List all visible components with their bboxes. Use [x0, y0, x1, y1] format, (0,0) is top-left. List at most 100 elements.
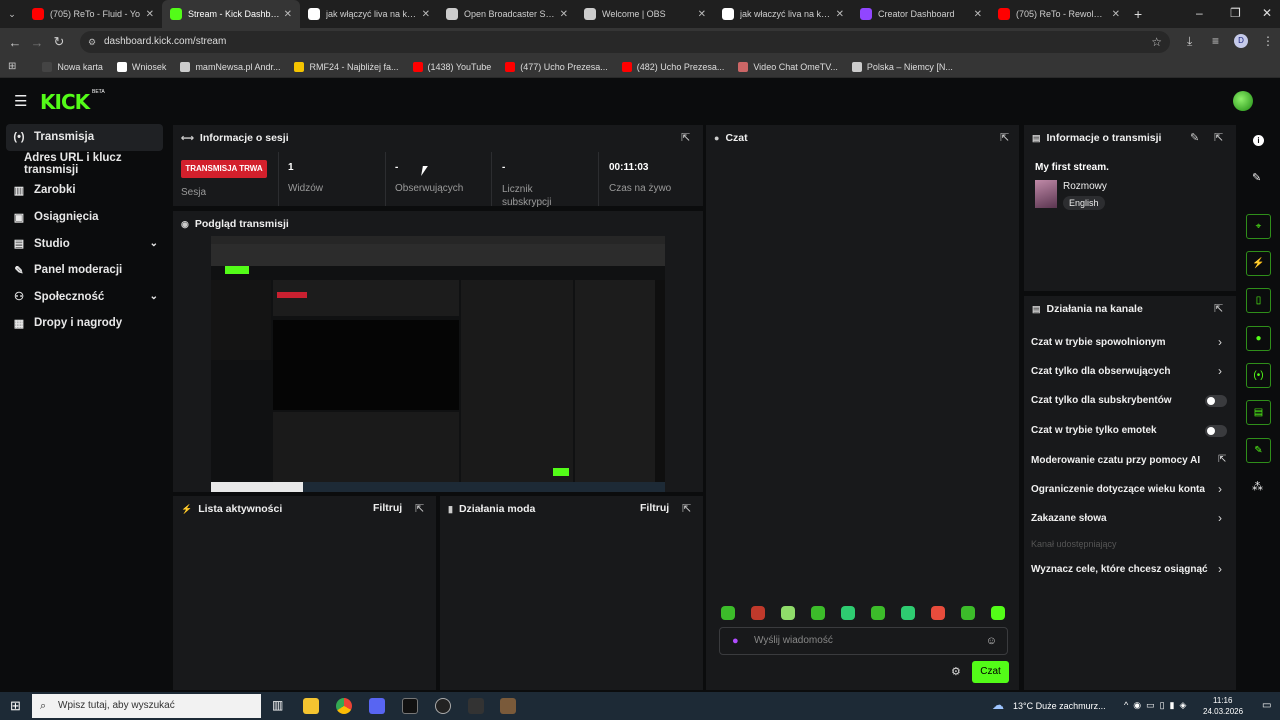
lightning-icon[interactable]: ⚡ [1246, 251, 1271, 276]
expand-icon[interactable]: ⇱ [681, 131, 690, 144]
close-tab-icon[interactable]: ✕ [284, 9, 292, 20]
edit-icon[interactable]: ✎ [1252, 171, 1261, 184]
action-slow-mode[interactable]: Czat w trybie spowolnionym [1031, 337, 1165, 348]
emote-icon[interactable] [991, 606, 1005, 620]
forward-icon[interactable]: → [26, 35, 48, 50]
site-info-icon[interactable]: ⚙ [88, 31, 96, 53]
close-window-button[interactable]: ✕ [1262, 6, 1272, 20]
chat-bubble-icon[interactable]: ● [1246, 326, 1271, 351]
system-tray-icons[interactable]: ^◉▭▯▮◈ [1124, 700, 1191, 711]
chevron-right-icon[interactable]: › [1218, 482, 1222, 496]
obs-icon[interactable] [435, 698, 451, 714]
chevron-right-icon[interactable]: › [1218, 511, 1222, 525]
back-icon[interactable]: ← [4, 35, 26, 50]
emote-only-toggle[interactable] [1205, 425, 1227, 437]
chat-message-input[interactable]: ● Wyślij wiadomość ☺ [719, 627, 1008, 655]
chevron-right-icon[interactable]: › [1218, 335, 1222, 349]
close-tab-icon[interactable]: ✕ [698, 9, 706, 20]
weather-text[interactable]: 13°C Duże zachmurz... [1013, 701, 1106, 711]
bookmark-item[interactable]: Video Chat OmeTV... [738, 61, 838, 72]
bookmark-item[interactable]: Polska – Niemcy [N... [851, 61, 953, 72]
close-tab-icon[interactable]: ✕ [560, 9, 568, 20]
notifications-icon[interactable]: ▭ [1262, 700, 1271, 711]
apps-icon[interactable]: ⊞ [8, 61, 16, 72]
sidebar-item-spolecznosc[interactable]: ⚇ Społeczność ⌄ [0, 284, 170, 311]
close-tab-icon[interactable]: ✕ [422, 9, 430, 20]
document-icon[interactable]: ▯ [1246, 288, 1271, 313]
capcut-icon[interactable] [402, 698, 418, 714]
new-tab-button[interactable]: + [1134, 6, 1142, 22]
expand-icon[interactable]: ⇱ [1214, 131, 1223, 144]
subscribers-only-toggle[interactable] [1205, 395, 1227, 407]
edit-pencil-icon[interactable]: ✎ [1190, 131, 1199, 144]
close-tab-icon[interactable]: ✕ [146, 9, 154, 20]
file-explorer-icon[interactable] [303, 698, 319, 714]
clock-time[interactable]: 11:16 [1213, 696, 1232, 705]
stream-preview-video[interactable] [211, 236, 665, 492]
action-set-goals[interactable]: Wyznacz cele, które chcesz osiągnąć [1031, 564, 1208, 575]
emote-icon[interactable] [781, 606, 795, 620]
clip-icon[interactable]: ⌖ [1246, 214, 1271, 239]
tab-search-button[interactable]: ⌄ [0, 9, 24, 20]
browser-tab[interactable]: Stream - Kick Dashboard ✕ [162, 0, 300, 28]
emote-icon[interactable] [751, 606, 765, 620]
chevron-right-icon[interactable]: › [1218, 562, 1222, 576]
expand-icon[interactable]: ⇱ [682, 502, 691, 515]
bookmark-item[interactable]: RMF24 - Najbliżej fa... [294, 61, 399, 72]
task-view-icon[interactable]: ▥ [272, 698, 283, 712]
expand-icon[interactable]: ⇱ [1000, 131, 1009, 144]
browser-tab[interactable]: (705) ReTo - Fluid - Yo ✕ [24, 0, 162, 28]
sidebar-item-panel-moderacji[interactable]: ✎ Panel moderacji [0, 257, 170, 284]
sidebar-item-zarobki[interactable]: ▥ Zarobki [0, 177, 170, 204]
minimize-button[interactable]: – [1196, 6, 1203, 20]
chevron-down-icon[interactable]: ⌄ [150, 238, 158, 249]
emote-icon[interactable] [961, 606, 975, 620]
broadcast-icon[interactable]: (•) [1246, 363, 1271, 388]
wrench-icon[interactable]: ✎ [1246, 438, 1271, 463]
profile-avatar[interactable]: D [1234, 34, 1248, 48]
browser-tab[interactable]: Welcome | OBS ✕ [576, 0, 714, 28]
bookmark-item[interactable]: (482) Ucho Prezesa... [621, 61, 724, 72]
address-bar[interactable]: ⚙ dashboard.kick.com/stream ☆ [80, 31, 1170, 53]
bookmark-item[interactable]: Nowa karta [42, 61, 103, 72]
info-icon[interactable]: i [1253, 135, 1264, 146]
chat-settings-icon[interactable]: ⚙ [951, 665, 961, 678]
connections-icon[interactable]: ⁂ [1252, 480, 1263, 493]
sidebar-item-osiagniecia[interactable]: ▣ Osiągnięcia [0, 204, 170, 231]
emote-icon[interactable] [871, 606, 885, 620]
browser-tab[interactable]: jak włączyć liva na kik - Sz ✕ [300, 0, 438, 28]
user-avatar[interactable] [1233, 91, 1253, 111]
reading-list-icon[interactable]: ≡ [1212, 34, 1219, 48]
chevron-down-icon[interactable]: ⌄ [150, 291, 158, 302]
emote-icon[interactable] [841, 606, 855, 620]
bookmark-item[interactable]: (477) Ucho Prezesa... [505, 61, 608, 72]
sidebar-item-transmisja[interactable]: (•) Transmisja [6, 124, 163, 151]
browser-tab[interactable]: Open Broadcaster Softwa ✕ [438, 0, 576, 28]
action-ai-moderation[interactable]: Moderowanie czatu przy pomocy AI [1031, 455, 1200, 466]
windows-start-icon[interactable]: ⊞ [10, 698, 21, 714]
sidebar-item-studio[interactable]: ▤ Studio ⌄ [0, 230, 170, 257]
external-link-icon[interactable]: ⇱ [1218, 454, 1226, 465]
sidebar-item-stream-url-key[interactable]: Adres URL i klucz transmisji [0, 151, 170, 178]
reload-icon[interactable]: ↻ [48, 34, 70, 50]
discord-icon[interactable] [369, 698, 385, 714]
bookmark-star-icon[interactable]: ☆ [1151, 31, 1162, 53]
action-banned-words[interactable]: Zakazane słowa [1031, 513, 1107, 524]
clock-date[interactable]: 24.03.2026 [1203, 707, 1243, 716]
bookmark-item[interactable]: mamNewsa.pl Andr... [180, 61, 280, 72]
bookmark-item[interactable]: (1438) YouTube [412, 61, 491, 72]
taskbar-search-input[interactable]: ⌕ Wpisz tutaj, aby wyszukać [32, 694, 261, 718]
hamburger-menu-icon[interactable]: ☰ [14, 92, 27, 110]
layout-icon[interactable]: ▤ [1246, 400, 1271, 425]
action-followers-only[interactable]: Czat tylko dla obserwujących [1031, 366, 1171, 377]
restore-button[interactable]: ❐ [1230, 6, 1241, 20]
activity-filter-button[interactable]: Filtruj [373, 502, 402, 514]
menu-icon[interactable]: ⋮ [1262, 34, 1274, 48]
minecraft-icon[interactable] [500, 698, 516, 714]
microphone-icon[interactable]: ● [732, 628, 739, 654]
send-chat-button[interactable]: Czat [972, 661, 1009, 683]
close-tab-icon[interactable]: ✕ [1112, 9, 1120, 20]
mod-actions-filter-button[interactable]: Filtruj [640, 502, 669, 514]
close-tab-icon[interactable]: ✕ [836, 9, 844, 20]
action-account-age[interactable]: Ograniczenie dotyczące wieku konta [1031, 484, 1205, 495]
